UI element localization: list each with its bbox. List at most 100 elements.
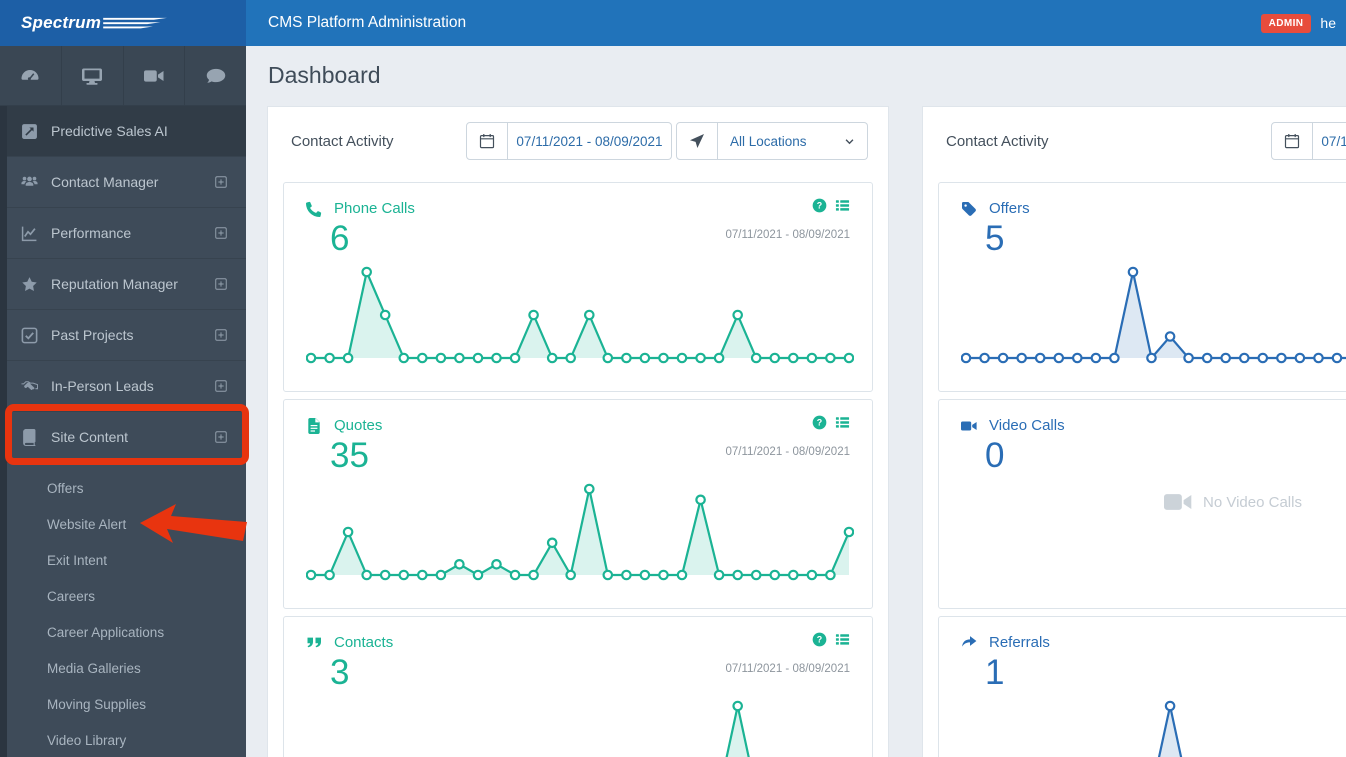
date-range-input[interactable] xyxy=(508,122,672,160)
document-icon xyxy=(306,417,322,434)
sidebar-subitem-media-galleries[interactable]: Media Galleries xyxy=(0,650,246,686)
user-menu[interactable]: he xyxy=(1320,15,1336,31)
sidebar-subitem-label: Video Library xyxy=(47,732,127,748)
sidebar-item-in-person-leads[interactable]: In-Person Leads xyxy=(0,361,246,412)
phone-icon xyxy=(306,201,322,217)
location-group: All Locations xyxy=(676,122,868,160)
sidebar-item-label: Contact Manager xyxy=(51,174,159,190)
card-title: Contacts xyxy=(334,634,394,651)
sidebar-item-contact-manager[interactable]: Contact Manager xyxy=(0,157,246,208)
chevron-down-icon xyxy=(844,136,855,147)
video-camera-icon xyxy=(1164,488,1192,516)
card-actions: ? xyxy=(812,415,850,430)
panel-title: Contact Activity xyxy=(291,132,394,150)
sidebar-item-predictive-sales-ai[interactable]: Predictive Sales AI xyxy=(0,106,246,157)
brand-logo[interactable]: Spectrum xyxy=(0,0,246,46)
card-metric-value: 1 xyxy=(985,653,1005,692)
sidebar-item-site-content[interactable]: Site Content xyxy=(0,412,246,463)
handshake-icon xyxy=(21,378,38,395)
sidebar-subitem-label: Careers xyxy=(47,588,96,604)
sidebar-item-reputation-manager[interactable]: Reputation Manager xyxy=(0,259,246,310)
topbar-right: ADMIN he xyxy=(1260,0,1336,46)
question-circle-icon[interactable]: ? xyxy=(812,198,827,213)
list-icon[interactable] xyxy=(835,198,850,213)
video-calls-card: Video Calls 0 No Video Calls xyxy=(938,399,1346,609)
location-select-value: All Locations xyxy=(730,133,807,149)
sidebar-item-label: In-Person Leads xyxy=(51,378,154,394)
sidebar-subitem-label: Career Applications xyxy=(47,624,165,640)
chart-area xyxy=(961,699,1346,757)
share-icon xyxy=(961,635,977,651)
quote-icon xyxy=(306,635,322,651)
card-title: Offers xyxy=(989,200,1030,217)
chart-area xyxy=(960,265,1346,365)
list-icon[interactable] xyxy=(835,632,850,647)
card-actions: ? xyxy=(812,632,850,647)
date-range-input[interactable] xyxy=(1313,122,1346,160)
sidebar-subitem-label: Media Galleries xyxy=(47,660,141,676)
calendar-button[interactable] xyxy=(466,122,508,160)
location-select[interactable]: All Locations xyxy=(718,122,868,160)
card-title-row: Phone Calls xyxy=(306,200,415,217)
sidebar-subitem-label: Website Alert xyxy=(47,516,127,532)
card-title: Phone Calls xyxy=(334,200,415,217)
empty-state: No Video Calls xyxy=(939,488,1346,516)
calendar-button[interactable] xyxy=(1271,122,1313,160)
sidebar-item-performance[interactable]: Performance xyxy=(0,208,246,259)
list-icon[interactable] xyxy=(835,415,850,430)
sidebar: Spectrum Predictive Sales AI Contact Mana… xyxy=(0,0,246,757)
question-circle-icon[interactable]: ? xyxy=(812,632,827,647)
sidebar-item-past-projects[interactable]: Past Projects xyxy=(0,310,246,361)
calendar-icon xyxy=(1284,133,1300,149)
app-window: Spectrum Predictive Sales AI Contact Mana… xyxy=(0,0,1346,757)
book-icon xyxy=(21,428,38,446)
card-metric-value: 5 xyxy=(985,219,1005,258)
check-square-icon xyxy=(21,327,38,344)
page-title: Dashboard xyxy=(268,62,381,88)
sidebar-subitem-careers[interactable]: Careers xyxy=(0,578,246,614)
card-metric-value: 35 xyxy=(330,436,369,475)
card-actions: ? xyxy=(812,198,850,213)
brand-logo-text: Spectrum xyxy=(21,13,102,32)
expand-icon xyxy=(214,175,228,189)
chat-bubble-icon xyxy=(206,66,226,86)
phone-calls-card: Phone Calls 6 07/11/2021 - 08/09/2021? xyxy=(283,182,873,392)
svg-text:?: ? xyxy=(817,201,822,211)
panel-header: Contact Activity All Locations xyxy=(268,107,888,174)
panel-header: Contact Activity xyxy=(923,107,1346,174)
referrals-card: Referrals 1 xyxy=(938,616,1346,757)
sidebar-subitem-offers[interactable]: Offers xyxy=(0,470,246,506)
main-content: Dashboard Contact Activity All Locations P… xyxy=(246,46,1346,757)
card-title-row: Contacts xyxy=(306,634,393,651)
dashboard-icon xyxy=(20,66,40,86)
sidebar-subitem-website-alert[interactable]: Website Alert xyxy=(0,506,246,542)
card-metric-value: 6 xyxy=(330,219,350,258)
sidebar-item-label: Past Projects xyxy=(51,327,134,343)
video-camera-icon xyxy=(961,418,977,434)
sidebar-subitem-career-applications[interactable]: Career Applications xyxy=(0,614,246,650)
card-date-range: 07/11/2021 - 08/09/2021 xyxy=(725,663,850,675)
sidebar-subitem-moving-supplies[interactable]: Moving Supplies xyxy=(0,686,246,722)
line-chart-icon xyxy=(21,225,38,242)
desktop-icon xyxy=(82,66,103,86)
expand-icon xyxy=(214,379,228,393)
card-title: Quotes xyxy=(334,417,383,434)
sidebar-tool-chat-bubble[interactable] xyxy=(185,46,246,105)
question-circle-icon[interactable]: ? xyxy=(812,415,827,430)
sidebar-subitem-exit-intent[interactable]: Exit Intent xyxy=(0,542,246,578)
sidebar-subitem-video-library[interactable]: Video Library xyxy=(0,722,246,757)
location-arrow-icon xyxy=(689,133,705,149)
sidebar-tool-desktop[interactable] xyxy=(62,46,124,105)
empty-state-text: No Video Calls xyxy=(1203,493,1302,511)
card-title-row: Quotes xyxy=(306,417,382,434)
card-title-row: Video Calls xyxy=(961,417,1065,434)
card-title: Referrals xyxy=(989,634,1050,651)
sidebar-tool-dashboard[interactable] xyxy=(0,46,62,105)
quotes-card: Quotes 35 07/11/2021 - 08/09/2021? xyxy=(283,399,873,609)
sidebar-tool-video-camera[interactable] xyxy=(124,46,186,105)
sidebar-item-label: Site Content xyxy=(51,429,129,445)
location-arrow-button[interactable] xyxy=(676,122,718,160)
tag-icon xyxy=(961,201,977,217)
card-metric-value: 3 xyxy=(330,653,350,692)
activity-chart xyxy=(305,266,855,364)
